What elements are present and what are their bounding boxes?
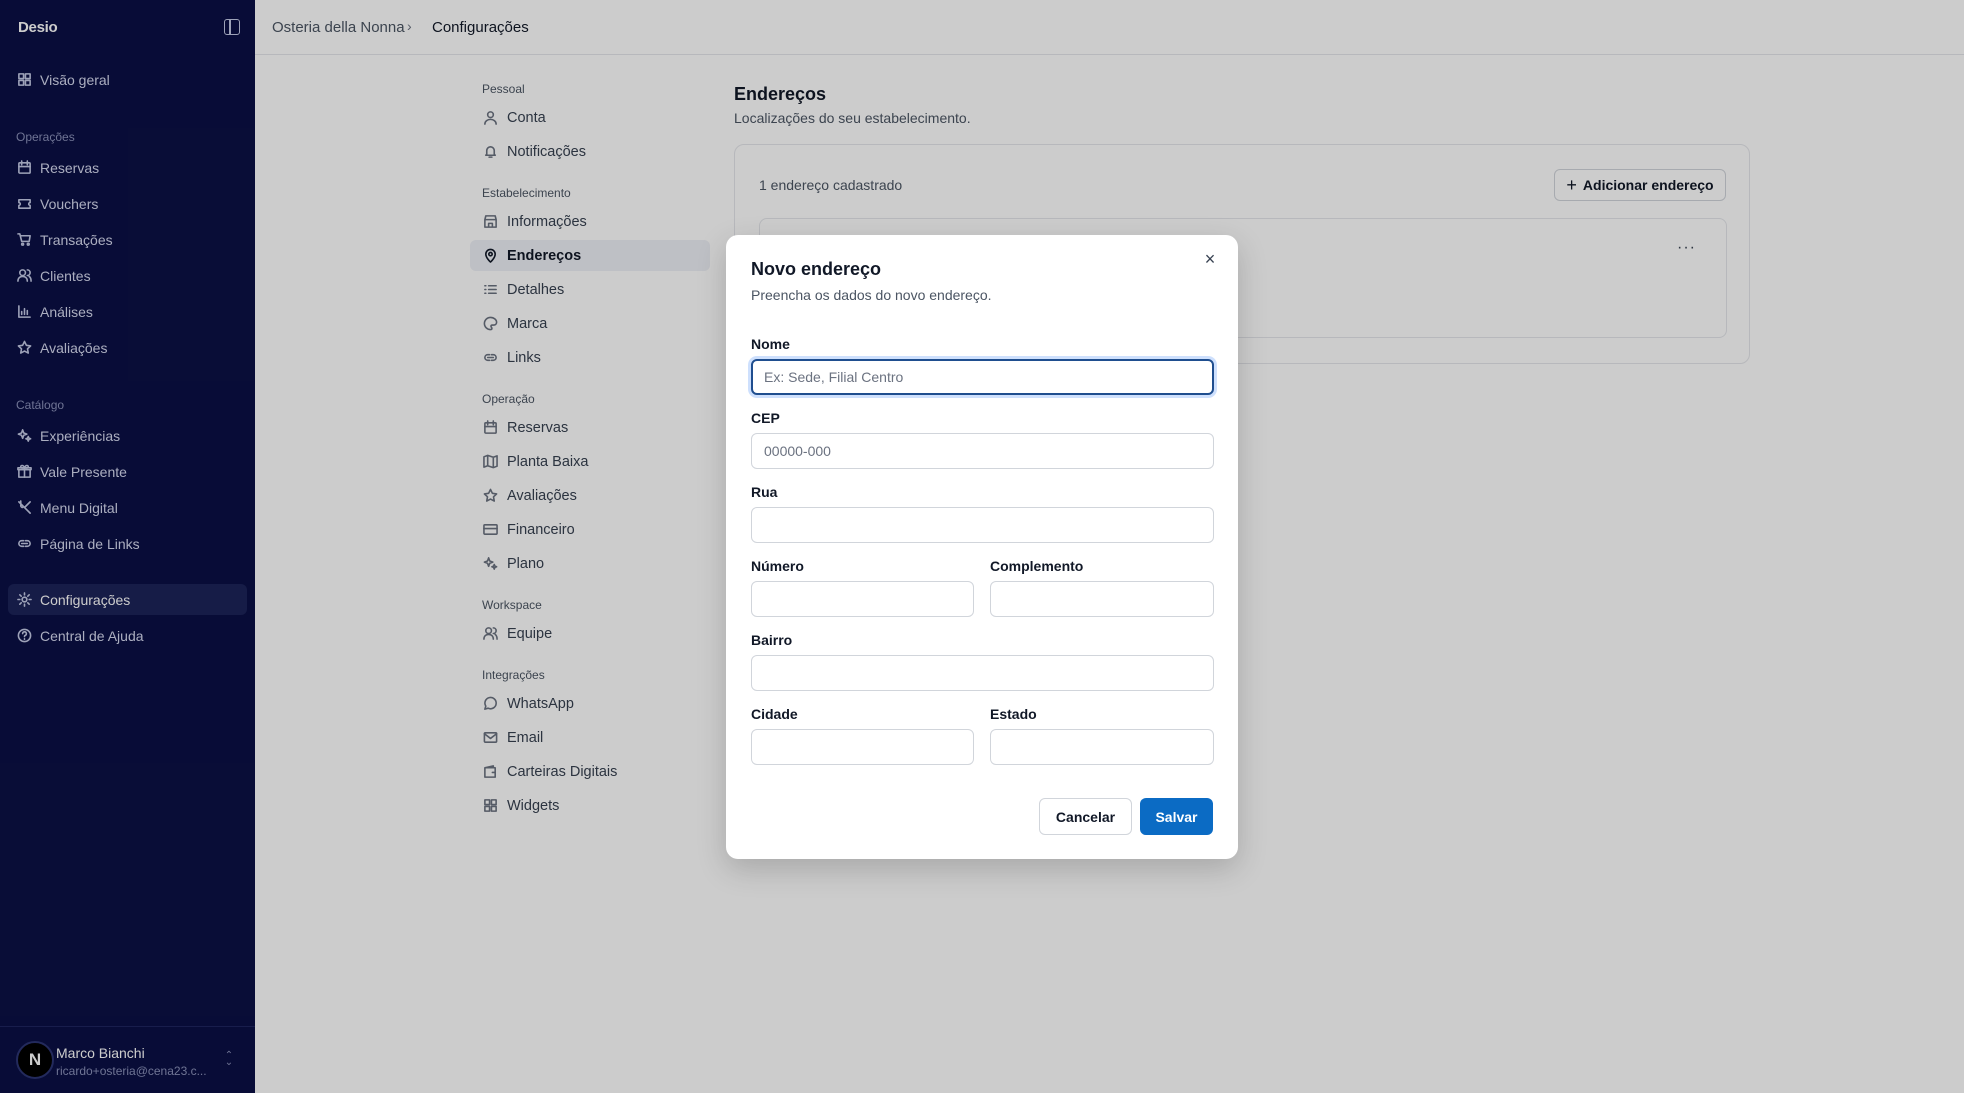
- estado-label: Estado: [990, 706, 1037, 722]
- cep-field[interactable]: [751, 433, 1214, 469]
- close-icon[interactable]: ×: [1200, 249, 1220, 269]
- complemento-field[interactable]: [990, 581, 1214, 617]
- bairro-field[interactable]: [751, 655, 1214, 691]
- new-address-dialog: × Novo endereço Preencha os dados do nov…: [726, 235, 1238, 859]
- cidade-label: Cidade: [751, 706, 798, 722]
- complemento-label: Complemento: [990, 558, 1084, 574]
- rua-label: Rua: [751, 484, 778, 500]
- dialog-title: Novo endereço: [751, 259, 882, 279]
- dialog-subtitle: Preencha os dados do novo endereço.: [751, 287, 992, 303]
- cidade-field[interactable]: [751, 729, 974, 765]
- estado-field[interactable]: [990, 729, 1214, 765]
- rua-field[interactable]: [751, 507, 1214, 543]
- cancel-button[interactable]: Cancelar: [1039, 798, 1132, 835]
- numero-field[interactable]: [751, 581, 974, 617]
- nome-field[interactable]: [751, 359, 1214, 395]
- bairro-label: Bairro: [751, 632, 793, 648]
- nome-label: Nome: [751, 336, 790, 352]
- save-button[interactable]: Salvar: [1140, 798, 1213, 835]
- numero-label: Número: [751, 558, 804, 574]
- cep-label: CEP: [751, 410, 780, 426]
